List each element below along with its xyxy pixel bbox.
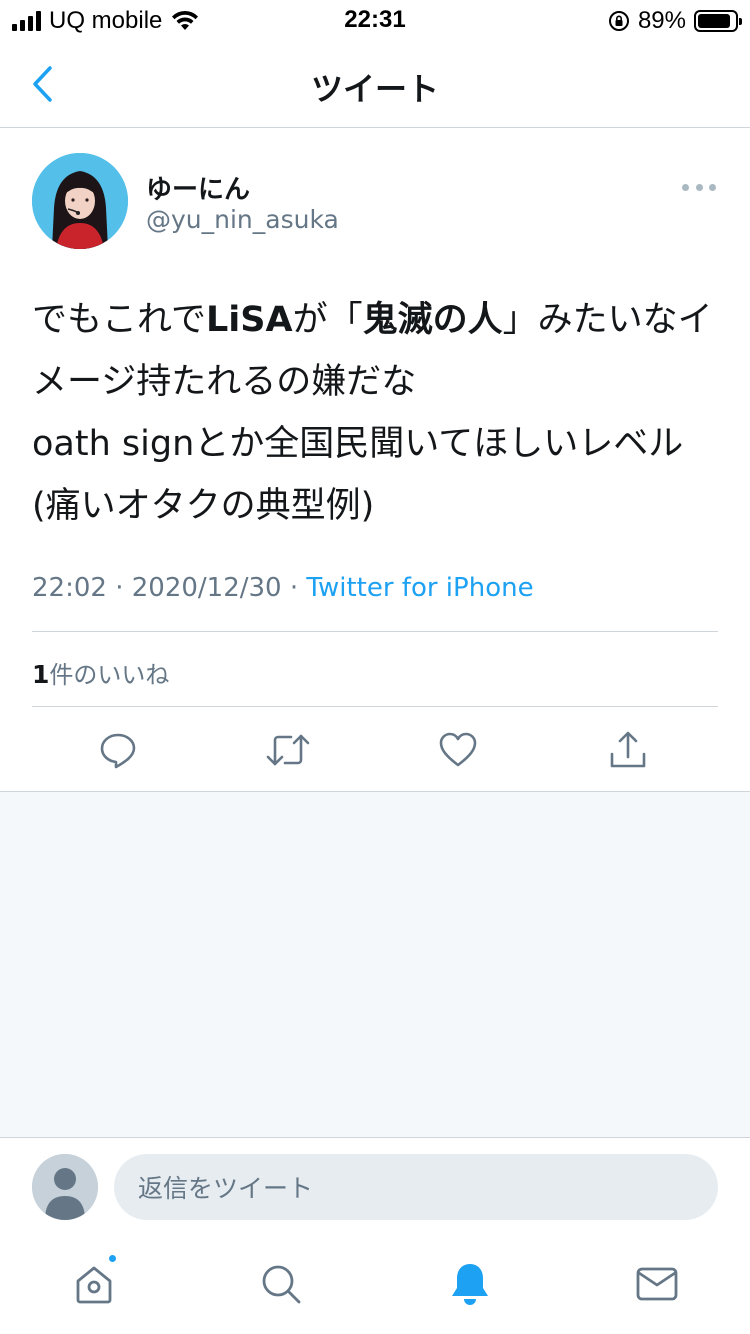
replies-area <box>0 791 750 1137</box>
like-button[interactable] <box>431 723 485 777</box>
retweet-icon <box>266 734 310 766</box>
tweet-text-bold: 鬼滅の人 <box>362 300 503 340</box>
tweet-text-part: が「 <box>292 300 363 340</box>
tab-search[interactable] <box>251 1259 311 1309</box>
reply-button[interactable] <box>91 723 145 777</box>
avatar[interactable] <box>32 153 128 249</box>
reply-icon <box>100 733 136 769</box>
user-handle[interactable]: @yu_nin_asuka <box>146 205 339 234</box>
tab-messages[interactable] <box>627 1259 687 1309</box>
tweet-text-part: oath signとか全国民聞いてほしいレベル(痛いオタクの典型例) <box>32 424 684 526</box>
likes-label: 件のいいね <box>49 661 170 689</box>
battery-icon <box>694 10 742 32</box>
tweet-actions <box>0 707 750 791</box>
likes-count: 1 <box>32 660 50 689</box>
my-avatar[interactable] <box>32 1154 98 1220</box>
tweet-meta: 22:02 · 2020/12/30 · Twitter for iPhone <box>32 573 534 603</box>
new-content-dot <box>107 1253 118 1264</box>
nav-bar: ツイート <box>0 40 750 128</box>
tweet-text-bold: LiSA <box>205 300 293 340</box>
tweet-text: でもこれでLiSAが「鬼滅の人」みたいなイメージ持たれるの嫌だな oath sig… <box>32 289 722 537</box>
meta-separator: · <box>289 573 299 603</box>
home-icon <box>76 1266 112 1304</box>
divider <box>32 631 718 632</box>
messages-icon <box>636 1267 678 1301</box>
reply-input[interactable]: 返信をツイート <box>114 1154 718 1220</box>
tweet-text-part: でもこれで <box>32 300 206 340</box>
tweet-source-link[interactable]: Twitter for iPhone <box>306 573 533 603</box>
share-icon <box>610 731 646 768</box>
status-right: 89% <box>608 6 742 36</box>
profile-photo <box>32 153 128 249</box>
search-icon <box>262 1265 301 1304</box>
share-button[interactable] <box>601 723 655 777</box>
tab-bar <box>0 1237 750 1334</box>
meta-separator: · <box>115 573 124 603</box>
likes-count-link[interactable]: 1件のいいね <box>32 655 169 690</box>
page-title: ツイート <box>310 70 439 108</box>
reply-bar: 返信をツイート <box>0 1137 750 1237</box>
tweet-date: 2020/12/30 <box>131 573 282 603</box>
status-bar: UQ mobile 22:31 89% <box>0 0 750 40</box>
heart-icon <box>439 732 477 767</box>
retweet-button[interactable] <box>261 723 315 777</box>
notifications-icon <box>452 1264 488 1305</box>
battery-percent: 89% <box>637 7 686 34</box>
tab-home[interactable] <box>64 1253 124 1309</box>
display-name[interactable]: ゆーにん <box>146 169 250 206</box>
default-avatar-icon <box>32 1154 98 1220</box>
more-dot-icon <box>709 183 716 191</box>
more-dot-icon <box>695 183 703 191</box>
more-options-button[interactable] <box>682 181 716 193</box>
tab-notifications[interactable] <box>440 1259 500 1309</box>
battery-fill <box>698 14 731 28</box>
orientation-lock-icon <box>608 11 629 31</box>
tweet-time: 22:02 <box>32 573 107 603</box>
more-dot-icon <box>682 183 689 191</box>
